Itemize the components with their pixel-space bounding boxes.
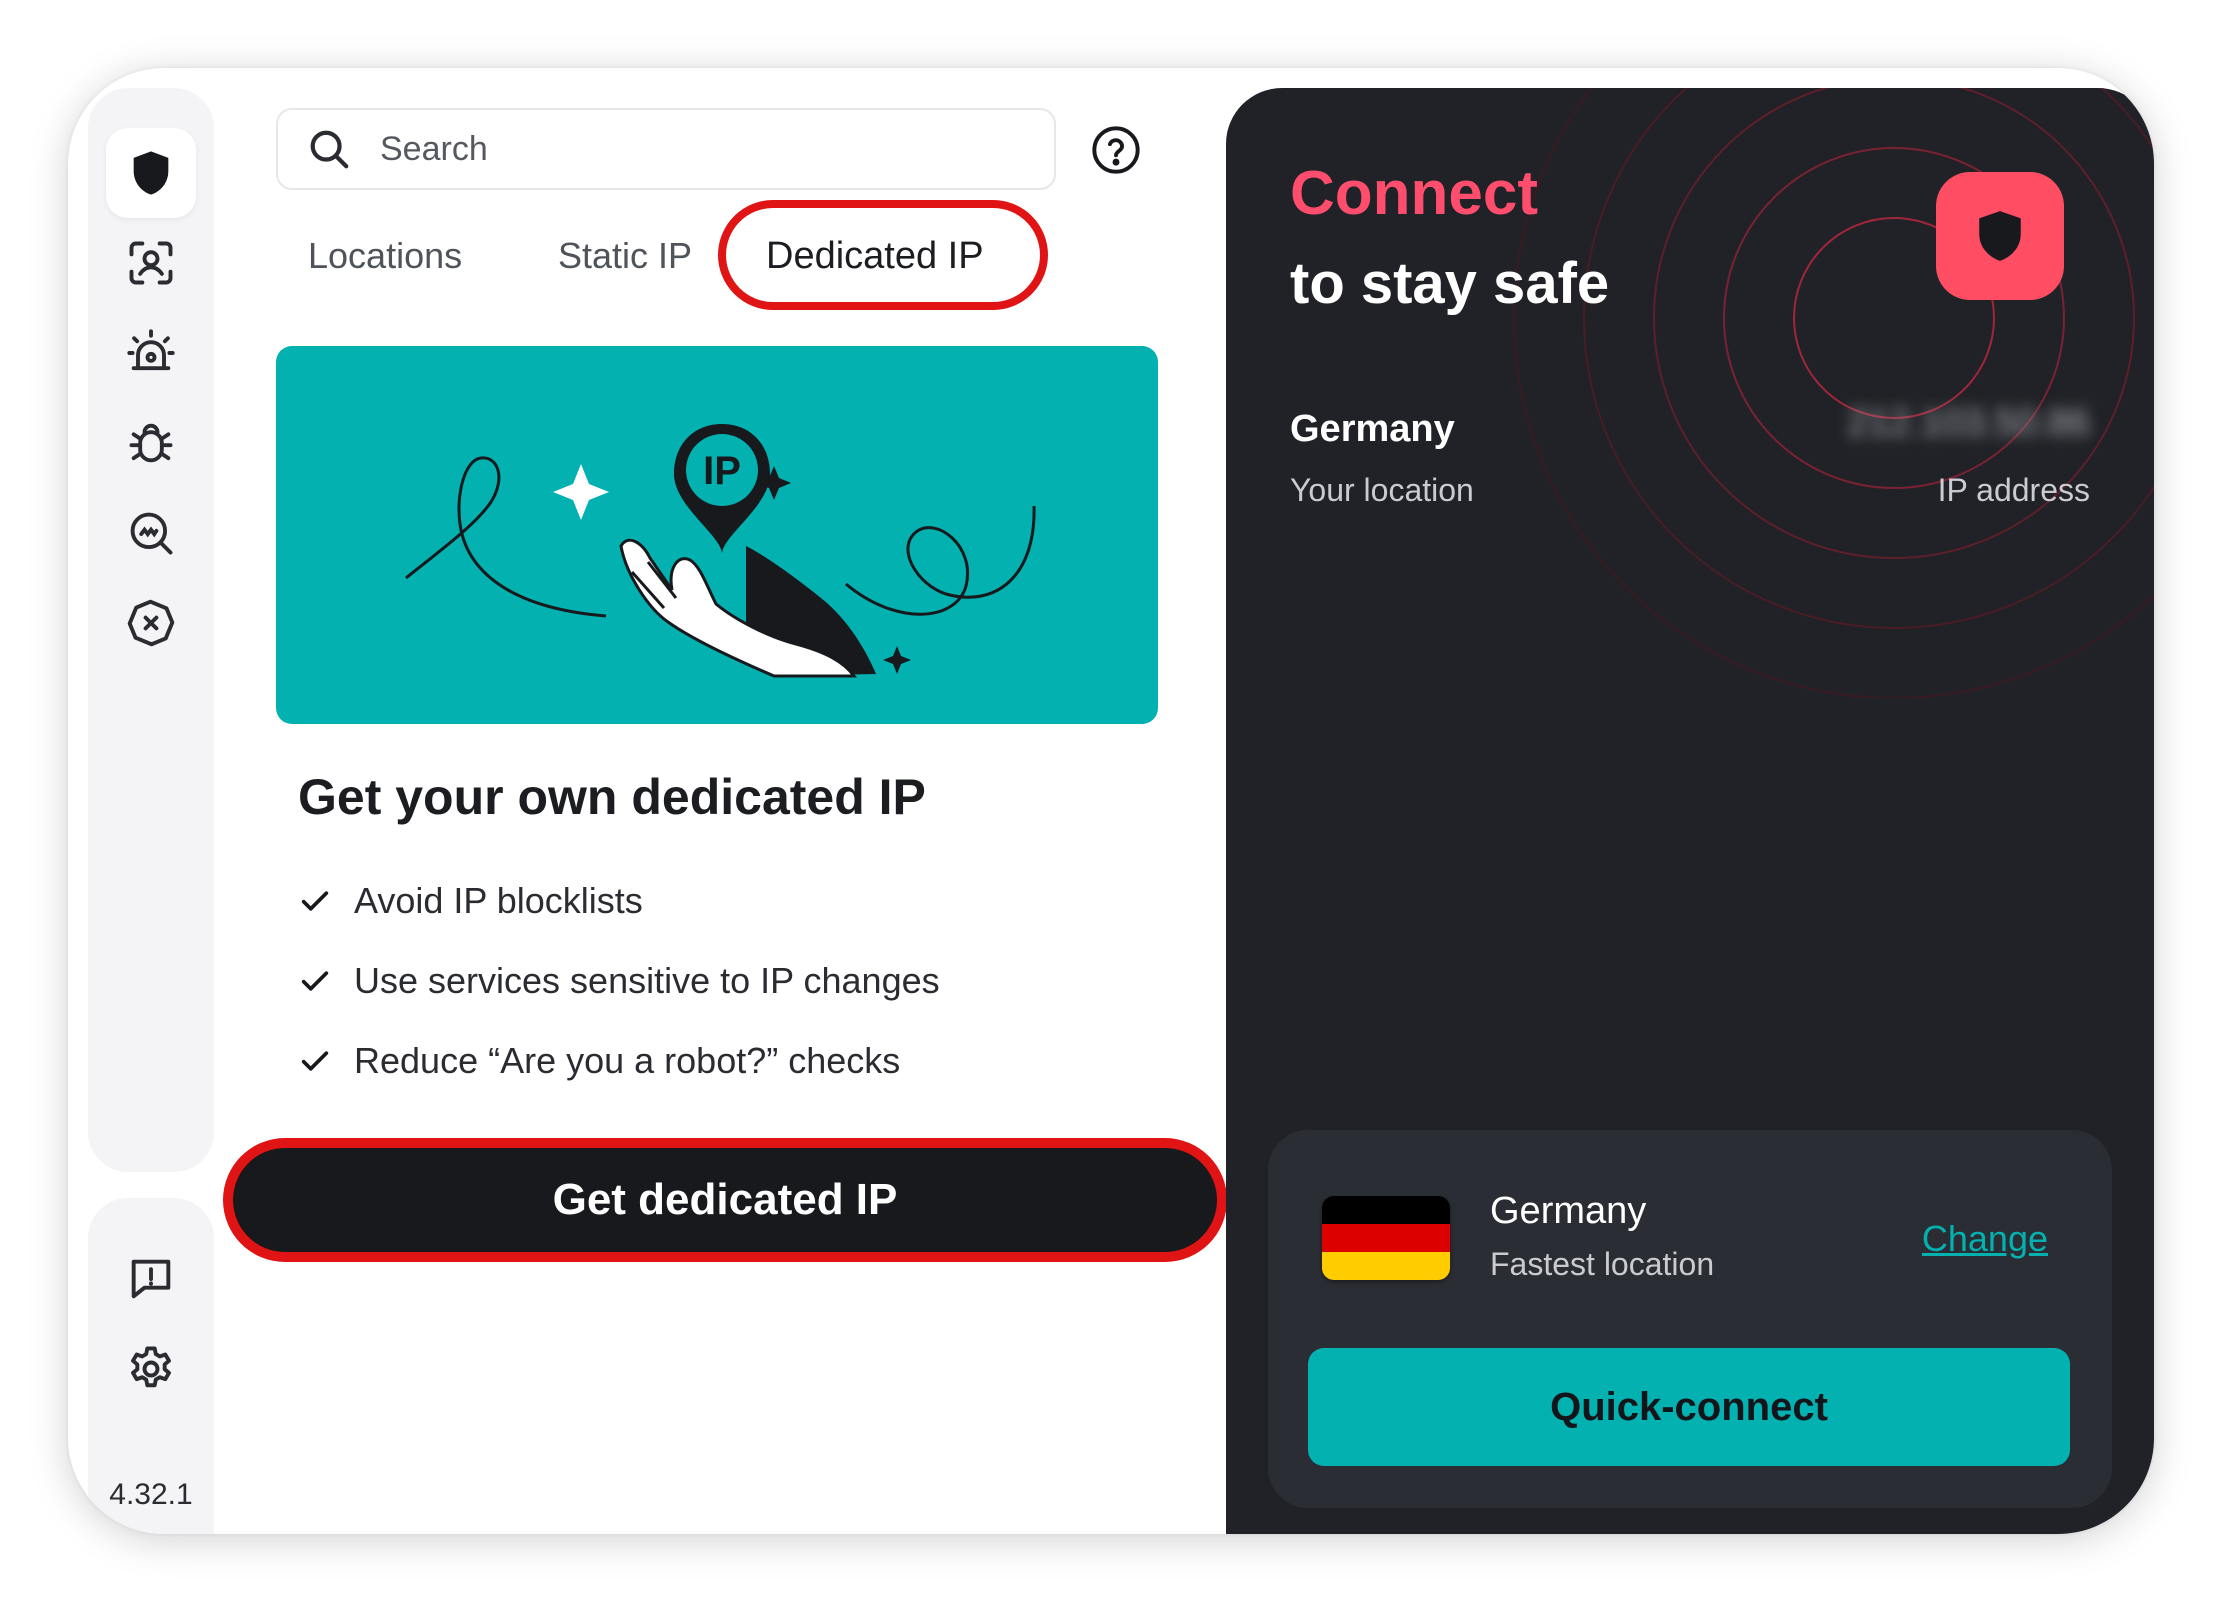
change-location-link[interactable]: Change	[1922, 1218, 2048, 1260]
check-icon	[301, 891, 329, 911]
sidebar-item-identity[interactable]	[106, 218, 196, 308]
sidebar-item-vpn[interactable]	[106, 128, 196, 218]
shield-icon	[133, 151, 169, 195]
sidebar-item-alerts[interactable]	[106, 308, 196, 398]
feedback-button[interactable]	[106, 1234, 196, 1324]
sidebar-item-blocker[interactable]	[106, 578, 196, 668]
hand-pin-illustration: IP	[405, 424, 1036, 678]
sidebar	[88, 88, 214, 1172]
alarm-icon	[127, 329, 175, 371]
sidebar-bottom: 4.32.1	[88, 1198, 214, 1534]
search-input[interactable]	[380, 129, 980, 169]
search-bar[interactable]	[276, 108, 1056, 190]
check-icon	[301, 1051, 329, 1071]
help-icon[interactable]	[1090, 124, 1142, 176]
germany-flag-icon	[1322, 1196, 1450, 1280]
headline-rest: to stay safe	[1290, 251, 1610, 316]
tab-static-ip[interactable]: Static IP	[558, 208, 692, 304]
pin-badge-text: IP	[703, 449, 741, 493]
sidebar-item-dark-web-monitor[interactable]	[106, 488, 196, 578]
feedback-icon	[131, 1259, 171, 1299]
tab-locations[interactable]: Locations	[308, 208, 462, 304]
benefit-item: Use services sensitive to IP changes	[298, 960, 940, 1002]
block-icon	[127, 599, 175, 647]
bug-icon	[129, 423, 173, 463]
search-monitor-icon	[130, 512, 173, 555]
selected-country-subtitle: Fastest location	[1490, 1246, 1715, 1282]
gear-icon	[131, 1346, 171, 1388]
app-version: 4.32.1	[109, 1478, 193, 1511]
check-icon	[301, 971, 329, 991]
person-scan-icon	[129, 241, 173, 285]
benefit-text: Use services sensitive to IP changes	[354, 960, 940, 1001]
sidebar-item-threat-protection[interactable]	[106, 398, 196, 488]
app-window: 4.32.1 Locations Static IP Dedicated IP …	[68, 68, 2154, 1534]
tab-highlight-outline	[718, 200, 1048, 310]
ip-address-value: 212.103.50.86	[1846, 402, 2090, 444]
quick-connect-card: Germany Fastest location Change Quick-co…	[1268, 1130, 2112, 1508]
dedicated-ip-banner: IP	[276, 346, 1158, 724]
ip-address-label: IP address	[1937, 472, 2090, 508]
connection-panel: Connect to stay safe Germany Your locati…	[1226, 88, 2154, 1534]
connect-toggle-button[interactable]	[1936, 172, 2064, 300]
settings-button[interactable]	[106, 1324, 196, 1414]
quick-connect-button[interactable]: Quick-connect	[1308, 1348, 2070, 1466]
headline-accent: Connect	[1290, 159, 1538, 228]
search-icon	[310, 130, 349, 169]
current-location-value: Germany	[1290, 408, 1455, 450]
shield-icon	[1979, 211, 2021, 261]
promo-title: Get your own dedicated IP	[298, 769, 926, 825]
benefit-text: Avoid IP blocklists	[354, 880, 643, 921]
benefit-text: Reduce “Are you a robot?” checks	[354, 1040, 901, 1081]
get-dedicated-ip-button[interactable]: Get dedicated IP	[225, 1140, 1225, 1260]
selected-country: Germany	[1490, 1190, 1647, 1232]
benefit-item: Reduce “Are you a robot?” checks	[298, 1040, 900, 1082]
current-location-label: Your location	[1290, 472, 1474, 508]
benefit-item: Avoid IP blocklists	[298, 880, 643, 922]
